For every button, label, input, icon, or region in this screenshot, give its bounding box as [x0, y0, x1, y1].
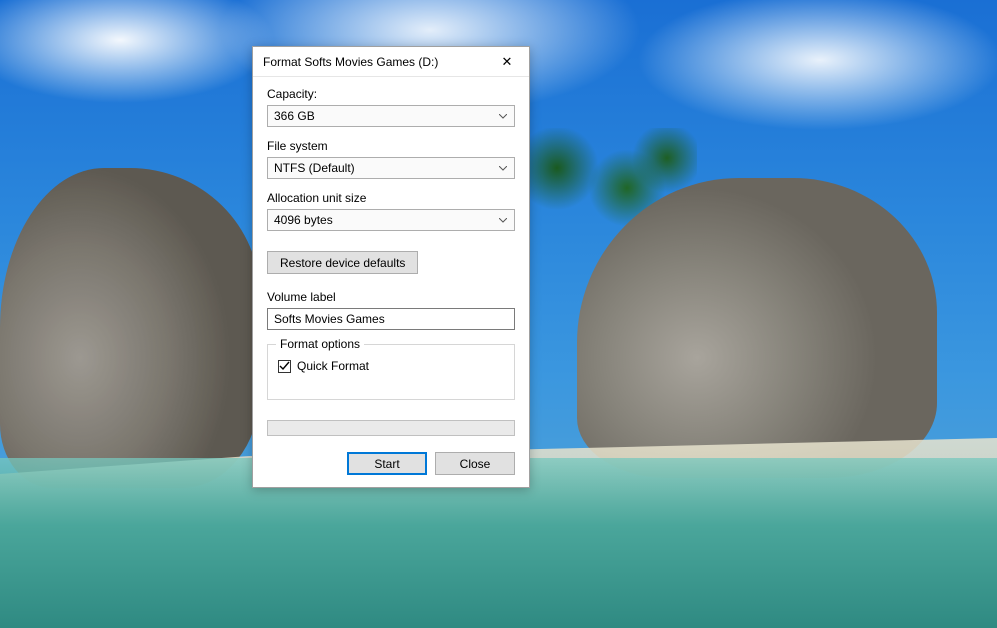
capacity-value: 366 GB — [274, 109, 315, 123]
quick-format-label: Quick Format — [297, 359, 369, 373]
volume-label-label: Volume label — [267, 290, 515, 304]
start-label: Start — [374, 457, 399, 471]
capacity-label: Capacity: — [267, 87, 515, 101]
dialog-content: Capacity: 366 GB File system NTFS (Defau… — [253, 77, 529, 487]
start-button[interactable]: Start — [347, 452, 427, 475]
wallpaper-rocks-right — [577, 178, 937, 478]
close-icon: ✕ — [502, 55, 513, 68]
titlebar[interactable]: Format Softs Movies Games (D:) ✕ — [253, 47, 529, 77]
capacity-select[interactable]: 366 GB — [267, 105, 515, 127]
filesystem-select[interactable]: NTFS (Default) — [267, 157, 515, 179]
volume-label-input[interactable] — [267, 308, 515, 330]
quick-format-checkbox[interactable] — [278, 360, 291, 373]
chevron-down-icon — [496, 109, 510, 123]
chevron-down-icon — [496, 161, 510, 175]
progress-bar — [267, 420, 515, 436]
format-options-group: Format options Quick Format — [267, 344, 515, 400]
restore-defaults-label: Restore device defaults — [280, 256, 405, 270]
format-options-legend: Format options — [276, 337, 364, 351]
allocation-value: 4096 bytes — [274, 213, 333, 227]
filesystem-value: NTFS (Default) — [274, 161, 355, 175]
allocation-select[interactable]: 4096 bytes — [267, 209, 515, 231]
allocation-label: Allocation unit size — [267, 191, 515, 205]
close-button[interactable]: ✕ — [485, 47, 529, 76]
quick-format-row[interactable]: Quick Format — [278, 359, 504, 373]
wallpaper-rocks-left — [0, 168, 260, 488]
close-label: Close — [460, 457, 491, 471]
chevron-down-icon — [496, 213, 510, 227]
dialog-title: Format Softs Movies Games (D:) — [263, 55, 485, 69]
restore-defaults-button[interactable]: Restore device defaults — [267, 251, 418, 274]
close-dialog-button[interactable]: Close — [435, 452, 515, 475]
dialog-button-row: Start Close — [267, 452, 515, 475]
format-dialog: Format Softs Movies Games (D:) ✕ Capacit… — [252, 46, 530, 488]
filesystem-label: File system — [267, 139, 515, 153]
